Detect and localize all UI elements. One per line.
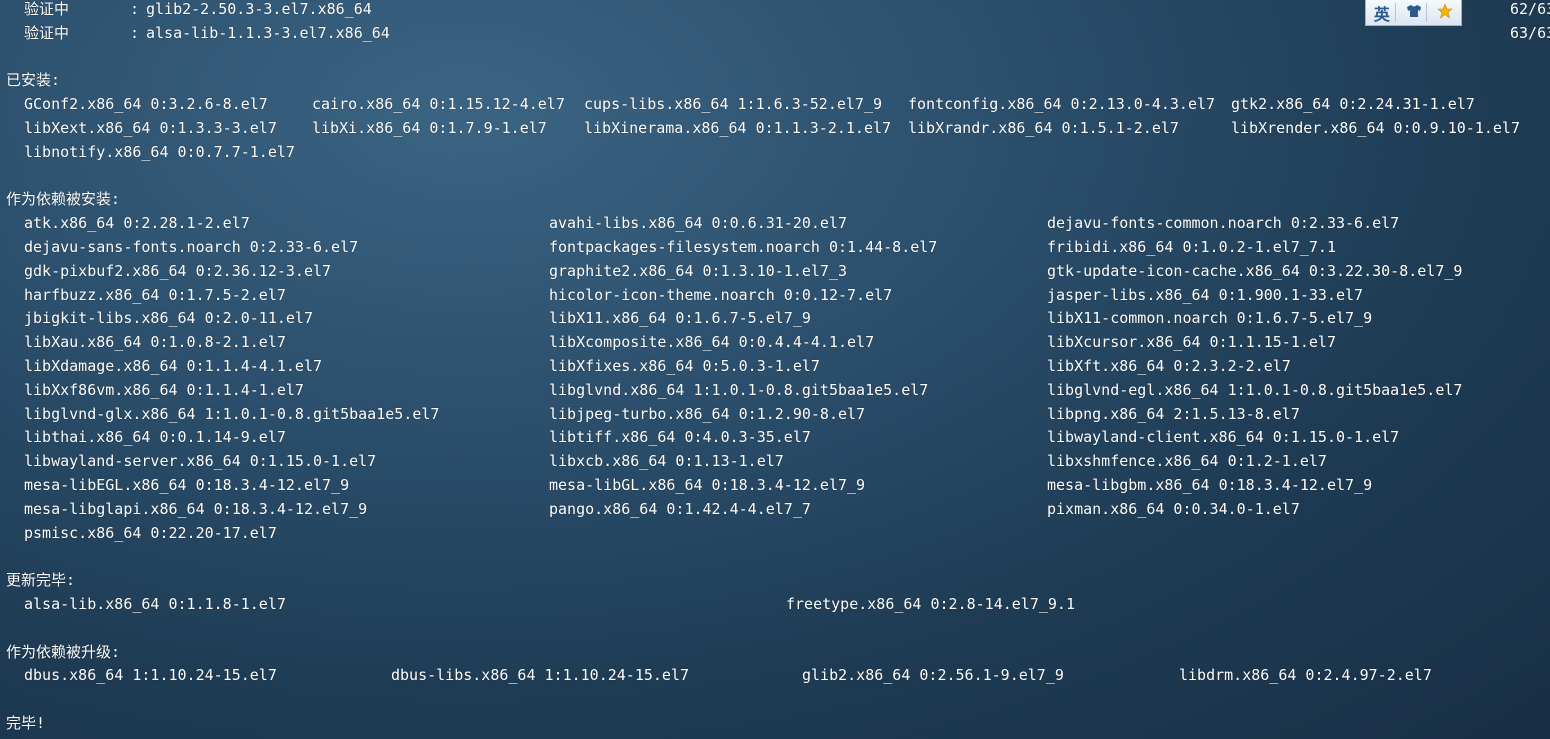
section-heading: 作为依赖被安装: <box>6 190 121 209</box>
package-item: gtk2.x86_64 0:2.24.31-1.el7 <box>1231 95 1475 114</box>
package-item: libXcursor.x86_64 0:1.1.15-1.el7 <box>1047 333 1336 352</box>
package-item: harfbuzz.x86_64 0:1.7.5-2.el7 <box>24 285 286 304</box>
package-item: libX11-common.noarch 0:1.6.7-5.el7_9 <box>1047 309 1373 328</box>
verify-label: 验证中 <box>24 0 70 18</box>
package-item: dbus-libs.x86_64 1:1.10.24-15.el7 <box>391 666 690 685</box>
package-item: dbus.x86_64 1:1.10.24-15.el7 <box>24 666 277 685</box>
package-item: libxcb.x86_64 0:1.13-1.el7 <box>549 452 784 471</box>
section-heading: 已安装: <box>6 71 61 90</box>
verify-label: 验证中 <box>24 23 70 42</box>
package-item: libjpeg-turbo.x86_64 0:1.2.90-8.el7 <box>549 404 866 423</box>
package-item: libpng.x86_64 2:1.5.13-8.el7 <box>1047 404 1300 423</box>
package-item: cups-libs.x86_64 1:1.6.3-52.el7_9 <box>584 95 883 114</box>
package-item: libXext.x86_64 0:1.3.3-3.el7 <box>24 119 277 137</box>
package-item: alsa-lib.x86_64 0:1.1.8-1.el7 <box>24 595 286 613</box>
package-item: libXi.x86_64 0:1.7.9-1.el7 <box>312 119 547 137</box>
package-item: GConf2.x86_64 0:3.2.6-8.el7 <box>24 95 268 114</box>
package-item: libwayland-server.x86_64 0:1.15.0-1.el7 <box>24 452 377 471</box>
package-item: libglvnd.x86_64 1:1.0.1-0.8.git5baa1e5.e… <box>549 380 929 399</box>
package-item: gdk-pixbuf2.x86_64 0:2.36.12-3.el7 <box>24 261 332 280</box>
package-item: libXfixes.x86_64 0:5.0.3-1.el7 <box>549 357 820 375</box>
package-item: libXxf86vm.x86_64 0:1.1.4-1.el7 <box>24 380 304 399</box>
star-icon[interactable] <box>1437 2 1453 23</box>
terminal-window[interactable]: 验证中: glib2-2.50.3-3.el7.x86_64 62/63 验证中: al… <box>0 0 1550 739</box>
package-item: libXdamage.x86_64 0:1.1.4-4.1.el7 <box>24 357 323 375</box>
package-item: dejavu-sans-fonts.noarch 0:2.33-6.el7 <box>24 238 359 256</box>
package-item: libX11.x86_64 0:1.6.7-5.el7_9 <box>549 309 811 328</box>
package-item: mesa-libgbm.x86_64 0:18.3.4-12.el7_9 <box>1047 476 1373 494</box>
package-item: libtiff.x86_64 0:4.0.3-35.el7 <box>549 428 811 447</box>
package-item: fontconfig.x86_64 0:2.13.0-4.3.el7 <box>908 95 1216 114</box>
package-item: mesa-libglapi.x86_64 0:18.3.4-12.el7_9 <box>24 499 368 518</box>
package-item: libglvnd-glx.x86_64 1:1.0.1-0.8.git5baa1… <box>24 404 440 423</box>
package-item: psmisc.x86_64 0:22.20-17.el7 <box>24 523 277 542</box>
package-item: avahi-libs.x86_64 0:0.6.31-20.el7 <box>549 214 848 233</box>
package-item: libXinerama.x86_64 0:1.1.3-2.1.el7 <box>584 119 892 137</box>
package-item: fribidi.x86_64 0:1.0.2-1.el7_7.1 <box>1047 238 1336 256</box>
package-item: jasper-libs.x86_64 0:1.900.1-33.el7 <box>1047 285 1364 304</box>
verify-package: glib2-2.50.3-3.el7.x86_64 <box>146 0 372 18</box>
package-item: pango.x86_64 0:1.42.4-4.el7_7 <box>549 499 811 518</box>
ime-language-toggle[interactable]: 英 <box>1374 1 1390 25</box>
package-item: pixman.x86_64 0:0.34.0-1.el7 <box>1047 499 1300 518</box>
ime-toolbar[interactable]: 英 <box>1365 0 1462 26</box>
package-item: glib2.x86_64 0:2.56.1-9.el7_9 <box>802 666 1064 685</box>
package-item: libwayland-client.x86_64 0:1.15.0-1.el7 <box>1047 428 1400 447</box>
package-item: libdrm.x86_64 0:2.4.97-2.el7 <box>1179 666 1432 685</box>
package-item: mesa-libGL.x86_64 0:18.3.4-12.el7_9 <box>549 476 866 494</box>
verify-progress: 62/63 <box>1510 0 1550 18</box>
package-item: mesa-libEGL.x86_64 0:18.3.4-12.el7_9 <box>24 476 350 494</box>
package-item: graphite2.x86_64 0:1.3.10-1.el7_3 <box>549 261 848 280</box>
package-item: libXrender.x86_64 0:0.9.10-1.el7 <box>1231 119 1520 137</box>
package-item: dejavu-fonts-common.noarch 0:2.33-6.el7 <box>1047 214 1400 233</box>
verify-separator: : <box>130 0 140 18</box>
package-item: freetype.x86_64 0:2.8-14.el7_9.1 <box>786 595 1075 613</box>
package-item: cairo.x86_64 0:1.15.12-4.el7 <box>312 95 565 114</box>
package-item: libnotify.x86_64 0:0.7.7-1.el7 <box>24 142 295 161</box>
package-item: fontpackages-filesystem.noarch 0:1.44-8.… <box>549 238 938 256</box>
package-item: libXrandr.x86_64 0:1.5.1-2.el7 <box>908 119 1179 137</box>
package-item: libthai.x86_64 0:0.1.14-9.el7 <box>24 428 286 447</box>
package-item: libxshmfence.x86_64 0:1.2-1.el7 <box>1047 452 1327 471</box>
verify-package: alsa-lib-1.1.3-3.el7.x86_64 <box>146 23 390 42</box>
package-item: libXcomposite.x86_64 0:0.4.4-4.1.el7 <box>549 333 875 352</box>
section-heading: 作为依赖被升级: <box>6 642 121 661</box>
verify-separator: : <box>130 23 140 42</box>
done-message: 完毕! <box>6 714 46 732</box>
section-heading: 更新完毕: <box>6 571 76 590</box>
package-item: gtk-update-icon-cache.x86_64 0:3.22.30-8… <box>1047 261 1463 280</box>
verify-progress: 63/63 <box>1510 23 1550 42</box>
package-item: jbigkit-libs.x86_64 0:2.0-11.el7 <box>24 309 313 328</box>
shirt-icon[interactable] <box>1406 4 1422 22</box>
package-item: atk.x86_64 0:2.28.1-2.el7 <box>24 214 250 233</box>
package-item: hicolor-icon-theme.noarch 0:0.12-7.el7 <box>549 285 893 304</box>
package-item: libXft.x86_64 0:2.3.2-2.el7 <box>1047 357 1291 375</box>
package-item: libglvnd-egl.x86_64 1:1.0.1-0.8.git5baa1… <box>1047 380 1463 399</box>
package-item: libXau.x86_64 0:1.0.8-2.1.el7 <box>24 333 286 352</box>
